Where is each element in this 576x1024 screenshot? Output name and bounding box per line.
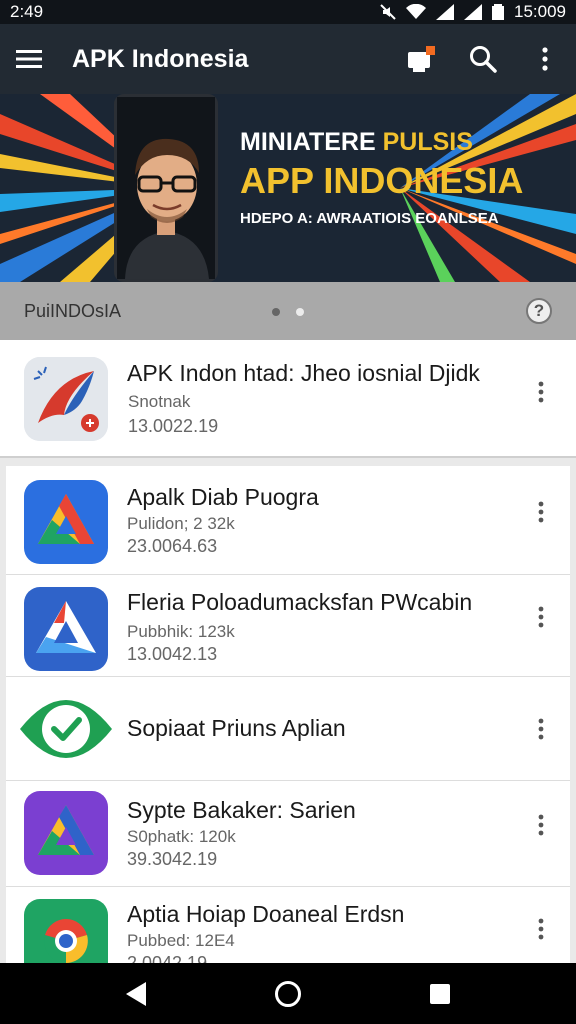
banner-headline-white: MINIATERE (240, 128, 383, 156)
home-icon (275, 980, 301, 1007)
featured-app-subtitle: Snotnak (128, 392, 191, 411)
app-subtitle: Pulidon; 2 32k (127, 514, 235, 533)
banner-title: APP INDONESIA (240, 160, 524, 201)
app-icon (24, 480, 108, 564)
app-date: 23.0064.63 (127, 536, 218, 556)
banner-subtitle: HDEPO A: AWRAATIOIS EOANLSEA (240, 210, 499, 227)
signal-icon-1 (436, 4, 454, 20)
store-button[interactable] (390, 24, 452, 94)
search-icon (470, 46, 497, 73)
status-icons: 15:009 (380, 2, 566, 22)
status-bar: 2:49 15:009 (0, 0, 576, 24)
drive-style-icon (24, 480, 108, 564)
avatar-illustration (117, 97, 215, 279)
app-title: APK Indonesia (72, 44, 249, 73)
status-time-left: 2:49 (10, 2, 44, 21)
carousel-dots (272, 308, 304, 316)
phone-illustration (114, 94, 218, 282)
menu-icon (16, 50, 42, 68)
menu-button[interactable] (0, 24, 58, 94)
recents-button[interactable] (410, 969, 470, 1019)
app-title: Apalk Diab Puogra (127, 484, 319, 510)
back-icon (126, 981, 146, 1006)
app-title: Sopiaat Priuns Aplian (127, 715, 346, 741)
featured-more-button[interactable] (526, 372, 556, 412)
overflow-icon (538, 918, 544, 940)
overflow-menu-button[interactable] (514, 24, 576, 94)
featured-app-title: APK Indon htad: Jheo iosnial Djidk (127, 360, 480, 386)
more-button[interactable] (526, 805, 556, 845)
app-title: Fleria Poloadumacksfan PWcabin (127, 589, 473, 615)
app-title: Aptia Hoiap Doaneal Erdsn (127, 901, 405, 927)
drive-blue-icon (24, 587, 108, 671)
app-title: Sypte Bakaker: Sarien (127, 797, 356, 823)
help-button[interactable]: ? (526, 298, 552, 324)
status-time-right: 15:009 (514, 2, 566, 21)
carousel-dot[interactable] (272, 308, 280, 316)
search-button[interactable] (452, 24, 514, 94)
overflow-icon (538, 718, 544, 740)
app-date: 39.3042.19 (127, 849, 218, 869)
store-notification-icon (408, 46, 435, 72)
overflow-icon (538, 606, 544, 628)
app-bar: APK Indonesia (0, 24, 576, 94)
rocket-logo-icon (24, 357, 108, 441)
banner-headline: MINIATERE PULSIS (240, 128, 473, 157)
list-item[interactable]: Apalk Diab Puogra Pulidon; 2 32k 23.0064… (6, 466, 570, 575)
overflow-icon (542, 47, 548, 71)
app-subtitle: Pubbhik: 123k (127, 622, 235, 641)
mute-icon (380, 4, 396, 20)
featured-app-date: 13.0022.19 (128, 416, 219, 436)
list-item[interactable]: Sopiaat Priuns Aplian (6, 677, 570, 781)
wifi-icon (406, 4, 426, 19)
list-item[interactable]: Fleria Poloadumacksfan PWcabin Pubbhik: … (6, 575, 570, 677)
overflow-icon (538, 814, 544, 836)
recents-icon (430, 983, 450, 1004)
app-date: 13.0042.13 (127, 644, 218, 664)
home-button[interactable] (258, 969, 318, 1019)
more-button[interactable] (526, 909, 556, 949)
overflow-icon (538, 501, 544, 523)
app-list: Apalk Diab Puogra Pulidon; 2 32k 23.0064… (6, 466, 570, 966)
app-icon (24, 791, 108, 875)
chrome-style-icon (24, 899, 108, 966)
list-item[interactable]: Sypte Bakaker: Sarien S0phatk: 120k 39.3… (6, 781, 570, 887)
more-button[interactable] (526, 709, 556, 749)
battery-icon (492, 4, 504, 20)
promo-banner[interactable]: MINIATERE PULSIS APP INDONESIA HDEPO A: … (0, 94, 576, 282)
banner-headline-yellow: PULSIS (382, 128, 473, 156)
more-button[interactable] (526, 597, 556, 637)
app-subtitle: S0phatk: 120k (127, 827, 236, 846)
more-button[interactable] (526, 492, 556, 532)
featured-app-icon (24, 357, 108, 441)
app-icon (24, 587, 108, 671)
list-item[interactable]: Aptia Hoiap Doaneal Erdsn Pubbed: 12E4 2… (6, 887, 570, 966)
carousel-dot-active[interactable] (296, 308, 304, 316)
system-nav-bar (0, 963, 576, 1024)
app-subtitle: Pubbed: 12E4 (127, 931, 235, 950)
signal-icon-2 (464, 4, 482, 20)
overflow-icon (538, 381, 544, 403)
app-icon (18, 689, 114, 769)
checkmark-shield-icon (20, 700, 112, 758)
app-icon (24, 899, 108, 966)
featured-app-card[interactable]: APK Indon htad: Jheo iosnial Djidk Snotn… (0, 340, 576, 458)
back-button[interactable] (106, 969, 166, 1019)
carousel-bar: PuiINDOsIA ? (0, 282, 576, 340)
drive-purple-icon (24, 791, 108, 875)
